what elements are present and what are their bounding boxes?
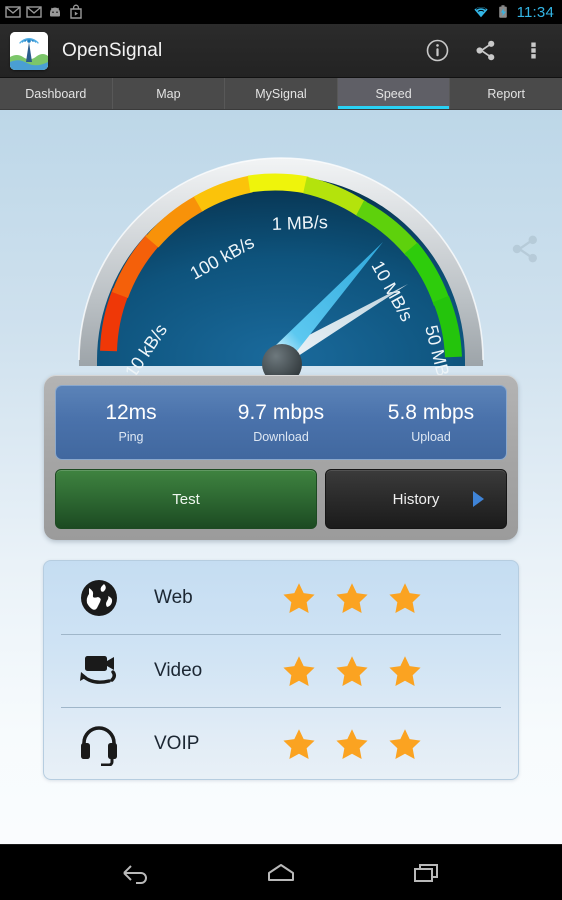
tab-report[interactable]: Report <box>450 78 562 109</box>
share-icon[interactable] <box>472 38 498 64</box>
share-icon[interactable] <box>508 232 542 266</box>
rating-stars <box>282 727 422 761</box>
system-navigation-bar <box>0 844 562 900</box>
rating-row-web[interactable]: Web <box>44 561 518 634</box>
overflow-menu-icon[interactable] <box>520 38 546 64</box>
stat-label: Upload <box>411 430 451 445</box>
gmail-icon <box>26 6 42 18</box>
stat-upload: 5.8 mbps Upload <box>356 401 506 444</box>
page-title: OpenSignal <box>62 39 163 61</box>
battery-charging-icon <box>498 5 507 18</box>
stat-value: 9.7 mbps <box>237 400 325 424</box>
play-store-icon <box>70 4 82 19</box>
test-button[interactable]: Test <box>55 469 317 529</box>
gauge-tick-1mb: 1 MB/s <box>271 212 328 234</box>
status-bar: 11:34 <box>0 0 562 24</box>
stat-label: Download <box>253 430 309 445</box>
action-bar-buttons <box>424 38 552 64</box>
opensignal-logo-icon <box>10 31 48 70</box>
android-icon <box>50 7 60 17</box>
status-clock: 11:34 <box>516 3 554 21</box>
wifi-icon <box>473 6 488 18</box>
gmail-icon <box>5 6 21 18</box>
rating-label: Video <box>154 659 203 681</box>
star-icon <box>283 728 315 759</box>
headset-icon <box>44 722 154 766</box>
tab-mysignal[interactable]: MySignal <box>225 78 338 109</box>
stat-ping: 12ms Ping <box>56 401 206 444</box>
action-button-row: Test History <box>55 469 507 529</box>
rating-label: VOIP <box>154 732 200 754</box>
tab-label: Report <box>487 86 525 101</box>
speed-gauge: 10 kB/s 100 kB/s 1 MB/s 10 MB/s 50 MB/s <box>61 114 501 392</box>
star-icon <box>336 728 368 759</box>
star-icon <box>336 655 368 686</box>
tab-label: Dashboard <box>25 86 87 101</box>
rating-row-voip[interactable]: VOIP <box>44 707 518 780</box>
rating-stars <box>282 581 422 615</box>
tab-dashboard[interactable]: Dashboard <box>0 78 113 109</box>
rating-row-video[interactable]: Video <box>44 634 518 707</box>
history-button-label: History <box>392 490 440 508</box>
star-icon <box>389 728 421 759</box>
stat-value: 5.8 mbps <box>387 400 475 424</box>
home-icon[interactable] <box>258 853 304 893</box>
info-icon[interactable] <box>424 38 450 64</box>
globe-icon <box>44 576 154 620</box>
status-system-icons: 11:34 <box>473 4 554 20</box>
star-icon <box>336 582 368 613</box>
video-camera-icon <box>44 650 154 692</box>
status-notification-icons <box>5 4 84 20</box>
tab-bar: Dashboard Map MySignal Speed Report <box>0 78 562 110</box>
action-bar: OpenSignal <box>0 24 562 78</box>
android-screen: 11:34 OpenSignal Dashboard Map MySignal … <box>0 0 562 900</box>
star-icon <box>283 655 315 686</box>
history-button[interactable]: History <box>325 469 507 529</box>
star-icon <box>389 655 421 686</box>
speed-test-screen: 10 kB/s 100 kB/s 1 MB/s 10 MB/s 50 MB/s … <box>0 110 562 844</box>
test-button-label: Test <box>172 490 200 508</box>
recents-icon[interactable] <box>404 853 450 893</box>
triangle-right-icon <box>473 491 484 507</box>
rating-label: Web <box>154 586 193 608</box>
rating-stars <box>282 654 422 688</box>
back-icon[interactable] <box>112 853 158 893</box>
tab-label: Map <box>156 86 181 101</box>
star-icon <box>283 582 315 613</box>
stat-value: 12ms <box>105 400 157 424</box>
stat-download: 9.7 mbps Download <box>206 401 356 444</box>
stats-box: 12ms Ping 9.7 mbps Download 5.8 mbps Upl… <box>55 385 507 460</box>
stat-label: Ping <box>118 430 144 445</box>
service-ratings-card: Web Video VOIP <box>43 560 519 780</box>
speed-results-panel: 12ms Ping 9.7 mbps Download 5.8 mbps Upl… <box>44 375 518 540</box>
tab-speed[interactable]: Speed <box>337 78 451 109</box>
tab-label: Speed <box>375 86 412 101</box>
star-icon <box>389 582 421 613</box>
tab-map[interactable]: Map <box>113 78 226 109</box>
tab-label: MySignal <box>255 86 307 101</box>
